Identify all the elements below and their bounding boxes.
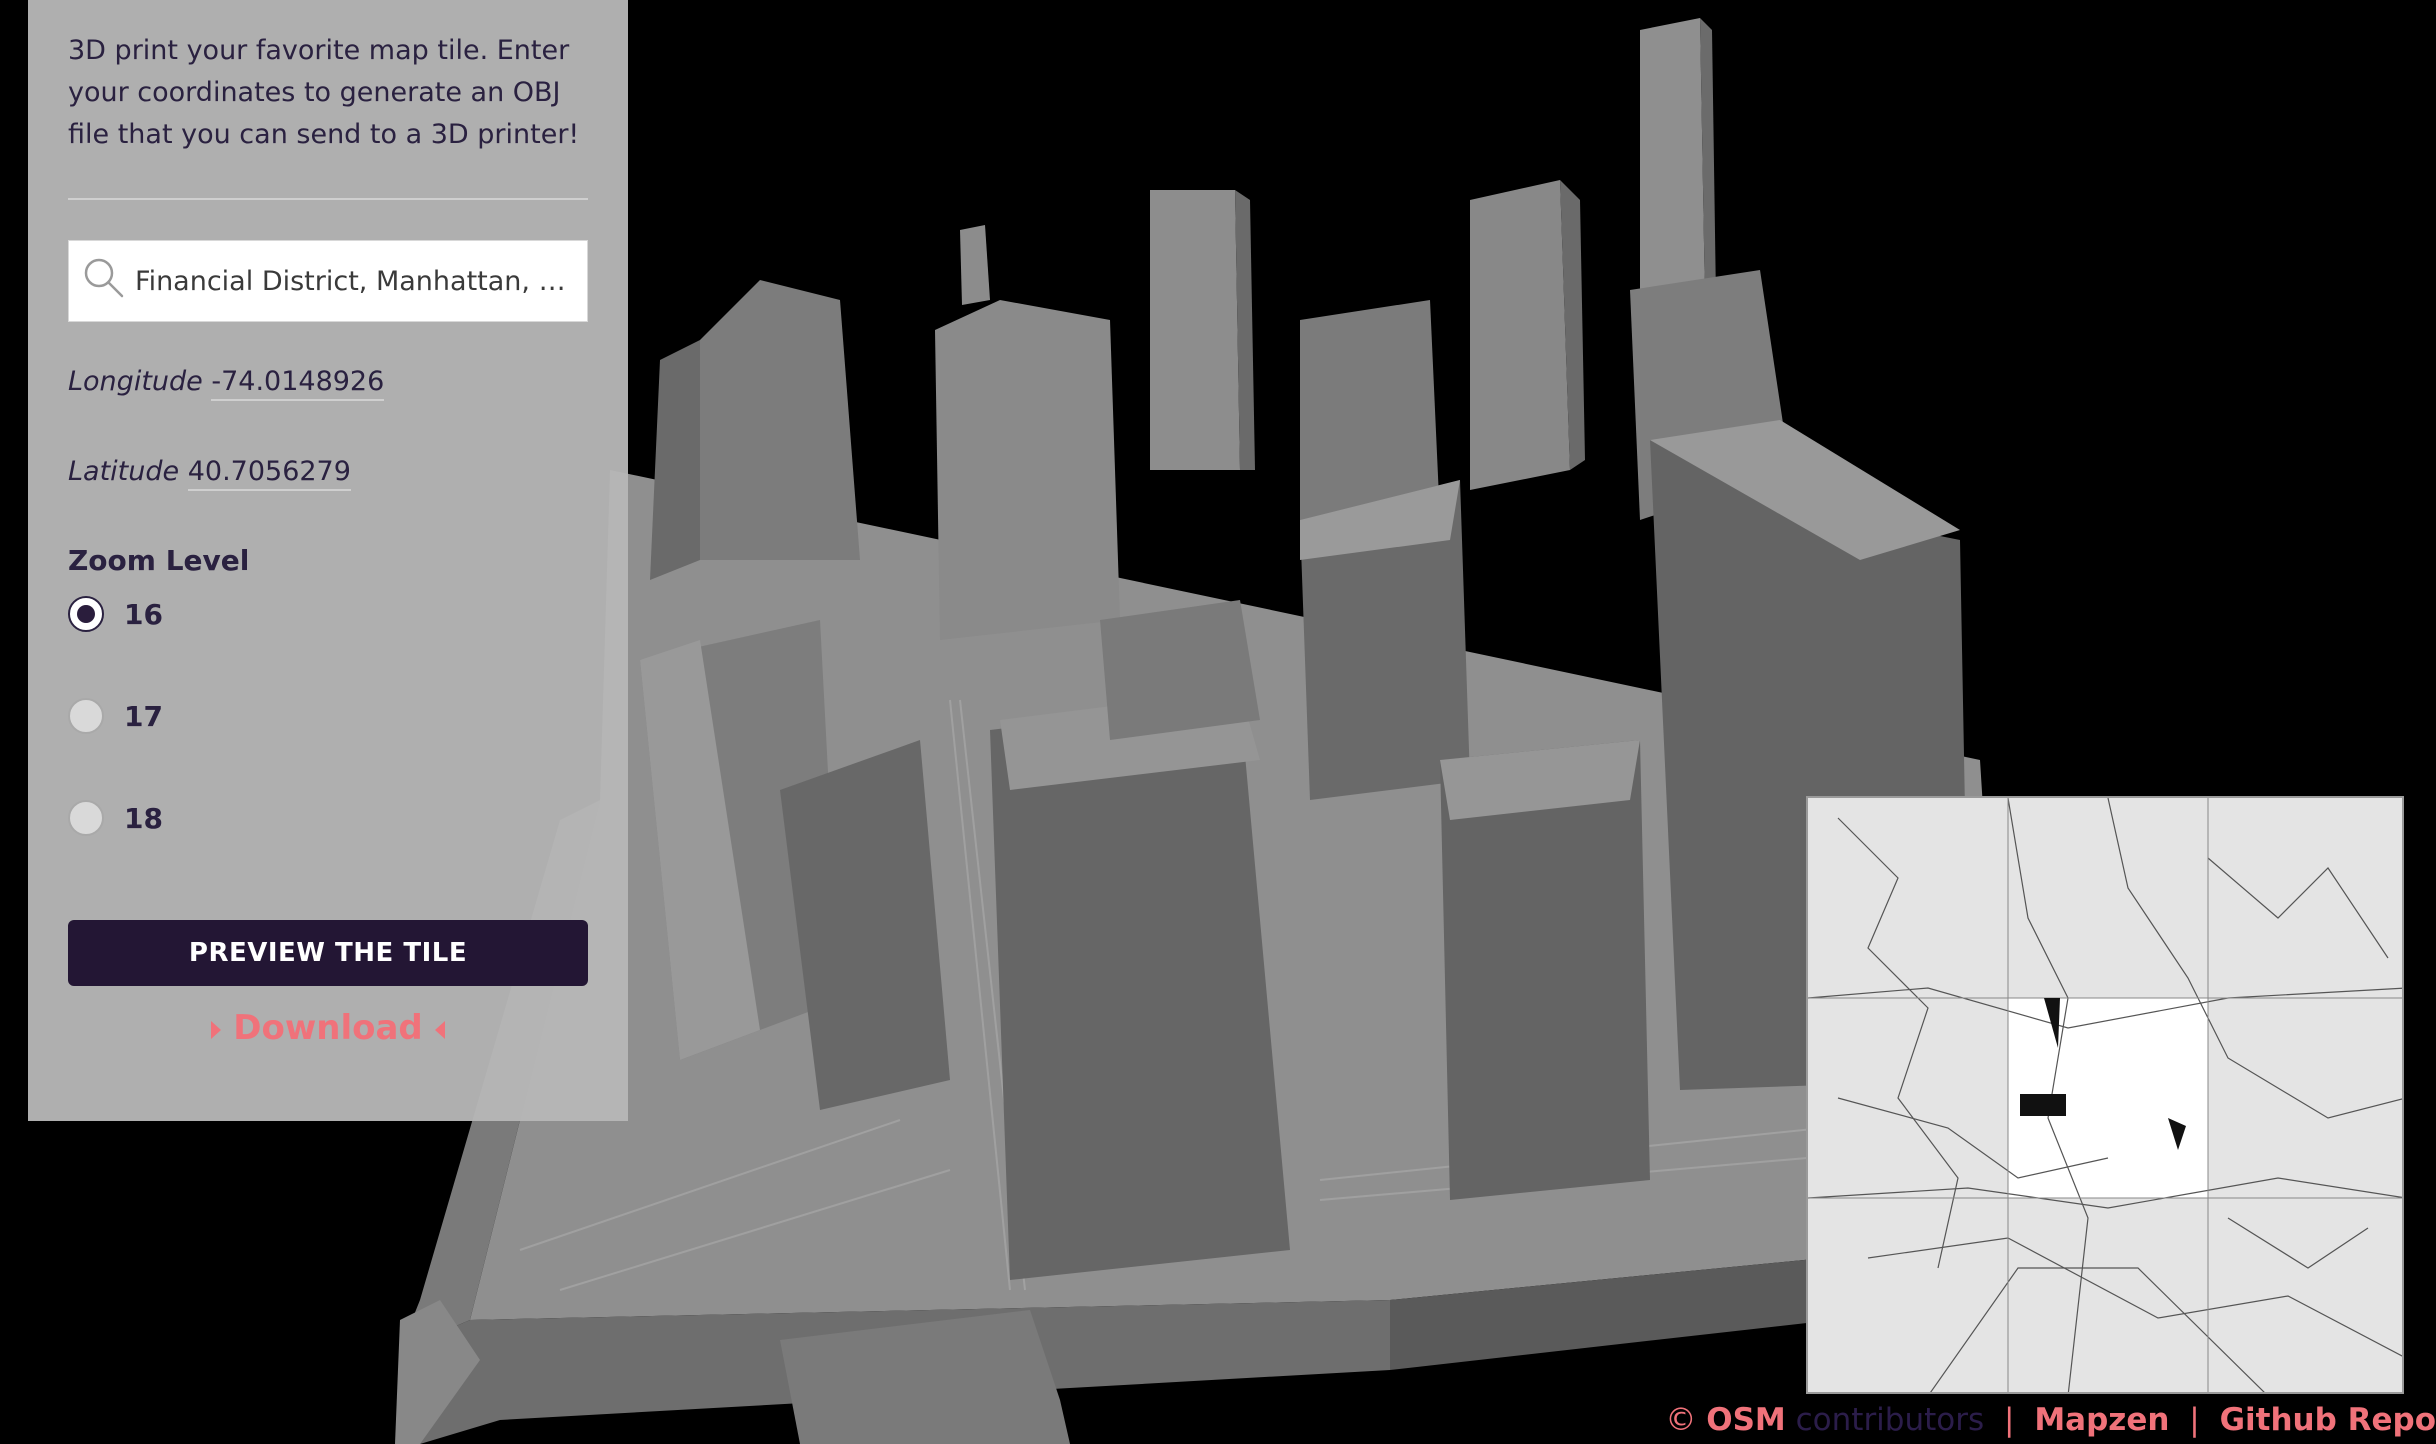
separator: | <box>2189 1402 2200 1438</box>
caret-left-icon <box>434 1020 445 1039</box>
zoom-radio-18[interactable] <box>68 800 104 836</box>
building <box>1100 600 1260 740</box>
buildings-back <box>650 18 1790 640</box>
search-input[interactable] <box>135 241 579 321</box>
preview-tile-button[interactable]: PREVIEW THE TILE <box>68 920 588 986</box>
building <box>935 300 1120 640</box>
longitude-row: Longitude -74.0148926 <box>68 366 385 401</box>
zoom-label-18: 18 <box>124 802 163 835</box>
intro-text: 3D print your favorite map tile. Enter y… <box>68 35 580 150</box>
attribution-footer: © OSM contributors | Mapzen | Github Rep… <box>1665 1398 2436 1442</box>
latitude-row: Latitude 40.7056279 <box>68 456 351 491</box>
zoom-label-16: 16 <box>124 598 163 631</box>
building <box>1640 18 1705 310</box>
zoom-radio-17[interactable] <box>68 698 104 734</box>
control-panel: 3D print your favorite map tile. Enter y… <box>28 0 628 1121</box>
longitude-value[interactable]: -74.0148926 <box>211 366 385 401</box>
contributors-text: contributors <box>1795 1402 1985 1438</box>
mapzen-link[interactable]: Mapzen <box>2034 1402 2169 1438</box>
download-label: Download <box>233 1008 423 1048</box>
building <box>1470 180 1570 490</box>
separator: | <box>2004 1402 2015 1438</box>
github-repo-link[interactable]: Github Repo <box>2220 1402 2436 1438</box>
copyright-symbol: © <box>1665 1402 1697 1438</box>
latitude-value[interactable]: 40.7056279 <box>187 456 351 491</box>
latitude-label: Latitude <box>68 456 180 487</box>
longitude-label: Longitude <box>68 366 203 397</box>
zoom-label-17: 17 <box>124 700 163 733</box>
download-link[interactable]: Download <box>68 1008 588 1048</box>
building <box>960 225 990 305</box>
osm-link[interactable]: OSM <box>1706 1402 1786 1438</box>
divider <box>68 198 588 200</box>
minimap[interactable] <box>1806 796 2404 1394</box>
caret-right-icon <box>211 1020 222 1039</box>
minimap-streets <box>1808 798 2402 1392</box>
building <box>1150 190 1240 470</box>
building <box>650 340 700 580</box>
search-box[interactable] <box>68 240 588 322</box>
search-icon <box>84 258 124 298</box>
zoom-radio-16[interactable] <box>68 596 104 632</box>
building <box>700 280 860 560</box>
zoom-level-title: Zoom Level <box>68 544 250 577</box>
